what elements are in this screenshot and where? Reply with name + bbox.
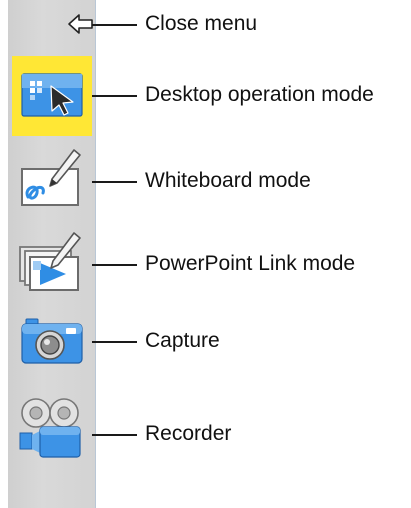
callout-line-recorder — [92, 434, 137, 436]
close-menu-label: Close menu — [145, 12, 258, 35]
callout-line-whiteboard — [92, 181, 137, 183]
video-camera-icon — [19, 398, 81, 458]
callout-line-powerpoint — [92, 264, 137, 266]
desktop-mode-label: Desktop operation mode — [145, 83, 374, 106]
camera-icon — [21, 318, 83, 364]
whiteboard-mode-button[interactable] — [12, 138, 92, 218]
recorder-button[interactable] — [12, 388, 92, 468]
callout-line-close — [92, 24, 137, 26]
mode-menu-bar — [8, 0, 96, 508]
desktop-mode-button[interactable] — [12, 56, 92, 136]
recorder-label: Recorder — [145, 422, 232, 445]
whiteboard-pen-icon — [21, 149, 81, 206]
presentation-play-icon — [19, 232, 81, 291]
desktop-cursor-icon — [21, 73, 83, 117]
callout-line-capture — [92, 341, 137, 343]
whiteboard-mode-label: Whiteboard mode — [145, 169, 311, 192]
powerpoint-link-mode-button[interactable] — [12, 222, 92, 302]
powerpoint-link-mode-label: PowerPoint Link mode — [145, 252, 356, 275]
capture-label: Capture — [145, 329, 220, 352]
callout-line-desktop — [92, 95, 137, 97]
capture-button[interactable] — [12, 300, 92, 380]
